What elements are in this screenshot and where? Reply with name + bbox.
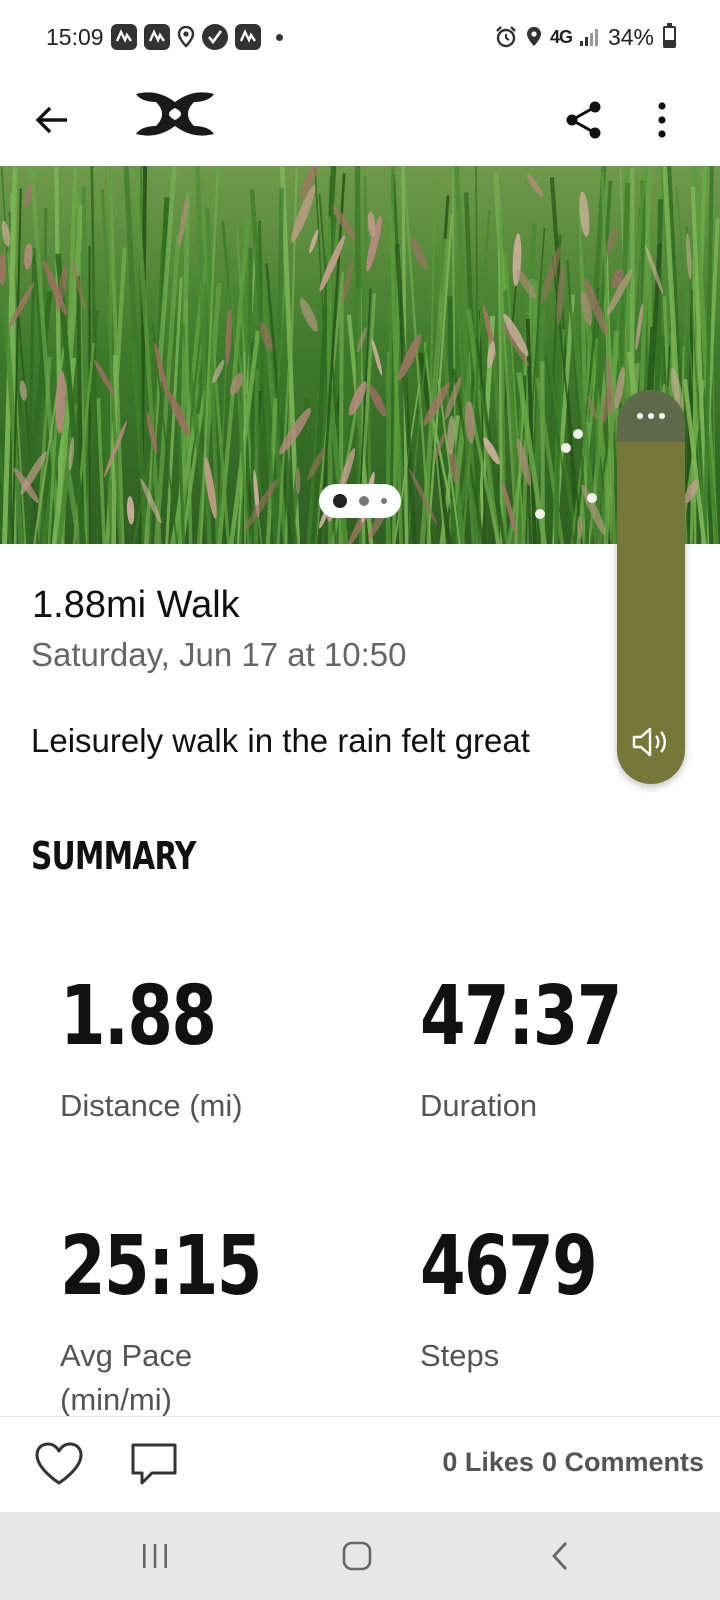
stat-value: 1.88 <box>60 969 217 1064</box>
network-type: 4G <box>549 26 573 47</box>
panel-menu-handle[interactable] <box>617 390 685 442</box>
status-right: 4G 34% <box>494 23 676 51</box>
pager-dot <box>359 496 369 506</box>
system-back-button[interactable] <box>525 1526 595 1586</box>
under-armour-logo <box>132 88 218 140</box>
mapmyfitness-notification-icon-3 <box>234 24 261 50</box>
more-options-button[interactable] <box>630 88 694 152</box>
share-icon <box>566 101 601 139</box>
volume-button[interactable] <box>627 718 675 766</box>
photo-pager-indicator[interactable] <box>319 484 401 518</box>
dot-icon <box>659 413 665 419</box>
stat-label: Duration <box>420 1088 538 1123</box>
recents-button[interactable] <box>120 1526 190 1586</box>
more-notifications-dot-icon <box>275 33 283 41</box>
status-left: 15:09 <box>46 24 283 51</box>
workout-note: Leisurely walk in the rain felt great <box>31 722 530 759</box>
volume-icon <box>632 727 666 757</box>
workout-title: 1.88mi Walk <box>32 584 240 626</box>
signal-icon <box>579 27 601 47</box>
more-vertical-icon <box>658 102 666 138</box>
alarm-icon <box>494 25 518 49</box>
status-bar: 15:09 4G 34% <box>0 0 720 74</box>
pager-dot-active <box>333 494 347 508</box>
home-button[interactable] <box>322 1526 392 1586</box>
mapmyfitness-notification-icon <box>110 24 137 50</box>
recents-icon <box>143 1544 167 1568</box>
stat-value: 47:37 <box>420 969 622 1064</box>
social-counts: 0 Likes 0 Comments <box>442 1447 704 1478</box>
likes-count[interactable]: 0 Likes <box>442 1447 534 1478</box>
location-icon <box>525 26 543 48</box>
stat-avg-pace: 25:15 Avg Pace (min/mi) <box>60 1226 311 1422</box>
check-notification-icon <box>201 24 228 50</box>
battery-fill <box>665 39 674 46</box>
social-bar: 0 Likes 0 Comments <box>0 1416 720 1512</box>
stat-label: Steps <box>420 1338 500 1373</box>
heart-icon <box>35 1442 83 1485</box>
workout-date: Saturday, Jun 17 at 10:50 <box>31 636 407 673</box>
stat-value: 4679 <box>420 1219 598 1314</box>
stat-duration: 47:37 Duration <box>420 976 671 1128</box>
chevron-left-icon <box>552 1542 568 1570</box>
battery-percent: 34% <box>607 23 654 50</box>
home-icon <box>342 1541 372 1571</box>
comment-icon <box>131 1443 177 1485</box>
stat-steps: 4679 Steps <box>420 1226 640 1378</box>
stat-label: Distance (mi) <box>60 1088 243 1123</box>
location-notification-icon <box>177 26 195 48</box>
floating-media-panel[interactable] <box>617 390 685 784</box>
battery-icon <box>663 23 676 48</box>
dot-icon <box>637 413 643 419</box>
pager-dot-small <box>381 498 387 504</box>
share-button[interactable] <box>552 88 616 152</box>
stat-label: Avg Pace (min/mi) <box>60 1338 193 1417</box>
comment-button[interactable] <box>122 1435 186 1493</box>
dot-icon <box>648 413 654 419</box>
status-time: 15:09 <box>46 23 104 50</box>
arrow-left-icon <box>35 106 67 134</box>
back-button[interactable] <box>20 88 84 152</box>
comments-count[interactable]: 0 Comments <box>542 1447 704 1478</box>
mapmyfitness-notification-icon-2 <box>143 24 170 50</box>
system-nav-bar <box>0 1512 720 1600</box>
like-button[interactable] <box>30 1435 88 1493</box>
stat-distance: 1.88 Distance (mi) <box>60 976 260 1128</box>
stat-value: 25:15 <box>60 1219 262 1314</box>
app-bar <box>0 74 720 166</box>
summary-heading: SUMMARY <box>31 834 196 878</box>
